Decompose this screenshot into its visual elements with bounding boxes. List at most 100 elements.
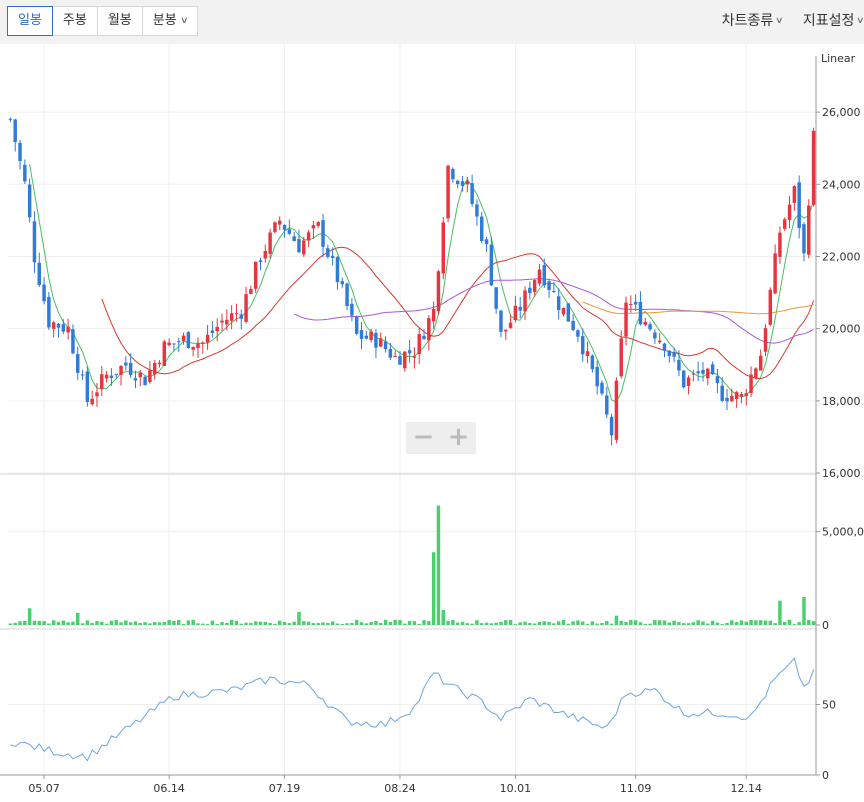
volume-bar [475,620,479,625]
tab-weekly-label: 주봉 [62,13,87,28]
candle-body [730,395,734,402]
candle-body [657,340,662,343]
volume-bar [335,623,340,625]
volume-bar [605,621,609,625]
volume-bar [258,621,263,625]
volume-bar [95,621,99,625]
volume-bar [734,622,739,625]
tab-weekly[interactable]: 주봉 [51,6,98,36]
volume-bar [388,622,393,625]
price-tick-label: 16,000 [822,467,861,480]
volume-bar [484,622,489,625]
candle-body [220,320,224,323]
volume-bar [51,620,56,625]
volume-bar [374,620,378,625]
volume-bar [691,622,696,625]
candle-body [638,301,643,325]
volume-bar [787,619,792,625]
tab-daily[interactable]: 일봉 [7,6,53,36]
volume-bar [672,620,676,625]
candle-body [436,271,441,312]
volume-bar [499,621,503,625]
candle-body [715,376,720,384]
volume-bar [229,619,234,625]
volume-tick-label: 0 [822,619,829,632]
volume-bar [633,620,638,625]
candle-body [643,321,647,325]
volume-bar [278,620,282,625]
candle-body [499,310,503,332]
volume-bar [326,623,330,625]
chevron-down-icon: ∨ [775,16,784,26]
volume-bar [720,624,724,625]
candle-body [494,287,498,309]
candle-body [662,343,667,351]
volume-bar [648,623,652,625]
volume-bar [32,620,37,625]
candle-body [225,319,229,325]
candle-body [369,331,373,340]
volume-bar [754,620,758,625]
candle-body [316,222,320,226]
candle-body [720,385,724,401]
volume-bar [37,620,41,625]
zoom-in-button[interactable]: + [441,422,476,454]
volume-bar [124,620,128,625]
candle-body [667,350,672,357]
candle-body [114,373,118,375]
indicator-settings-button[interactable]: 지표설정∨ [803,6,864,36]
volume-bar [576,620,580,625]
volume-bar [100,621,104,625]
candle-body [734,392,739,399]
candle-body [648,324,652,330]
volume-bar [686,623,691,625]
candle-body [100,374,104,390]
candle-body [306,232,311,241]
candle-body [417,334,421,355]
candle-body [576,330,580,337]
chart-type-button[interactable]: 차트종류 ∨ [722,6,784,36]
volume-bar [662,620,667,625]
period-tabs: 일봉 주봉 월봉 분봉 ∨ [7,6,199,36]
candle-body [465,180,470,185]
x-tick-label: 11.09 [620,782,652,795]
candle-body [311,225,316,229]
candle-body [802,224,806,254]
candle-body [128,362,133,376]
volume-bar [407,620,412,625]
candle-body [754,368,758,378]
volume-bar [330,621,335,625]
candle-body [157,362,162,365]
zoom-out-button[interactable]: − [406,422,441,454]
volume-bar [398,620,402,625]
candle-body [119,365,123,375]
volume-bar [706,623,710,625]
candle-body [340,281,344,285]
candle-body [239,314,243,319]
volume-bar [417,623,421,625]
volume-bar [494,622,498,625]
candle-body [177,341,181,343]
volume-bar [249,622,253,625]
candle-body [350,303,354,316]
candle-body [677,359,681,371]
volume-bar [783,621,787,625]
candle-body [364,335,369,339]
indicator-settings-label: 지표설정 [802,13,855,29]
volume-bar [148,623,152,625]
candle-body [104,374,109,379]
volume-bar [792,624,797,625]
candle-body [13,119,17,143]
candle-body [374,332,378,348]
volume-bar [629,619,633,625]
tab-monthly[interactable]: 월봉 [96,6,143,36]
candle-body [321,220,325,247]
candle-body [701,369,705,374]
volume-bar [133,621,138,625]
volume-bar [653,620,657,625]
candle-body [253,261,258,289]
candle-body [95,392,99,397]
volume-bar [422,620,426,625]
tab-minute[interactable]: 분봉 ∨ [141,6,199,36]
candle-body [393,355,397,357]
